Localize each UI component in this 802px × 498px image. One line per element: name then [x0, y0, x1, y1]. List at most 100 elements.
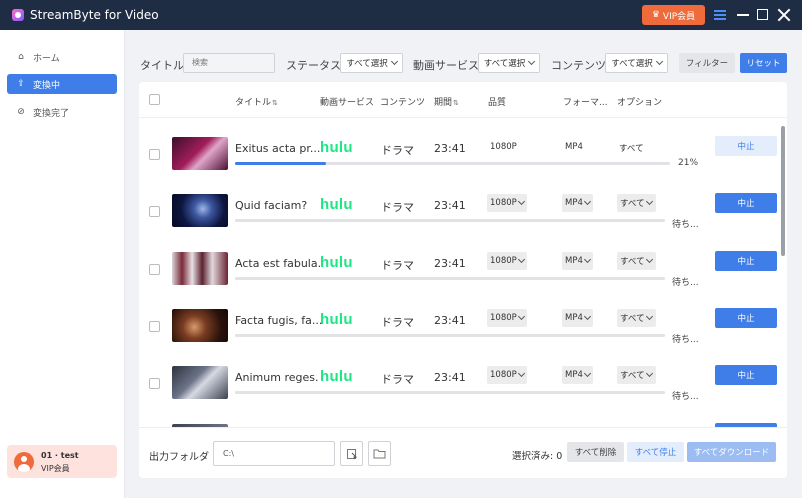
status-select-value: すべて選択	[346, 59, 388, 69]
row-checkbox[interactable]	[149, 320, 160, 332]
select-all-checkbox[interactable]	[149, 94, 160, 105]
format-value: MP4	[565, 142, 583, 152]
video-title: Exitus acta pr...	[235, 142, 321, 155]
content-select[interactable]: すべて選択	[605, 53, 668, 73]
service-select[interactable]: すべて選択	[478, 53, 540, 73]
format-select-value: MP4	[565, 198, 583, 209]
status-text: 21%	[678, 158, 699, 168]
row-checkbox[interactable]	[149, 206, 160, 218]
status-filter-label: ステータス	[286, 59, 341, 72]
option-select-value: すべて	[620, 256, 645, 267]
sidebar-item-home[interactable]: ⌂ ホーム	[7, 47, 117, 67]
stop-button[interactable]: 中止	[715, 307, 777, 328]
open-folder-button[interactable]	[340, 441, 363, 466]
stop-button[interactable]: 中止	[715, 136, 777, 156]
stop-all-button[interactable]: すべて停止	[627, 442, 684, 462]
scrollbar[interactable]	[781, 126, 785, 256]
user-plan: VIP会員	[41, 463, 70, 473]
quality-select-value: 1080P	[490, 198, 517, 209]
sidebar-item-completed[interactable]: ⊘ 変換完了	[7, 102, 117, 122]
progress-bar	[235, 162, 670, 165]
upload-icon: ⇪	[17, 79, 25, 89]
table-row: Facta fugis, fa... hulu ドラマ 23:41 1080P …	[139, 298, 787, 355]
quality-select-value: 1080P	[490, 255, 517, 266]
user-card[interactable]: 01 · test VIP会員	[7, 445, 117, 478]
content-type: ドラマ	[381, 144, 414, 157]
content-type: ドラマ	[381, 201, 414, 215]
option-select[interactable]: すべて	[617, 308, 656, 327]
row-checkbox[interactable]	[149, 263, 160, 275]
quality-value: 1080P	[490, 142, 517, 152]
status-text: 待ち...	[672, 277, 699, 288]
format-select[interactable]: MP4	[562, 366, 593, 385]
row-checkbox[interactable]	[149, 378, 160, 390]
close-icon[interactable]	[777, 8, 791, 22]
download-all-button[interactable]: すべてダウンロード	[687, 442, 776, 462]
table-row: Quid faciam? hulu ドラマ 23:41 1080P MP4 すべ…	[139, 183, 787, 240]
service-logo: hulu	[320, 368, 353, 386]
format-select[interactable]: MP4	[562, 194, 593, 213]
video-duration: 23:41	[434, 371, 466, 385]
maximize-icon[interactable]	[757, 9, 768, 20]
browse-folder-button[interactable]	[368, 441, 391, 466]
option-select[interactable]: すべて	[617, 251, 656, 270]
header-quality: 品質	[488, 98, 507, 108]
sidebar-item-converting[interactable]: ⇪ 変換中	[7, 74, 117, 94]
video-title: Animum reges.	[235, 371, 319, 385]
filter-button[interactable]: フィルター	[679, 53, 735, 73]
service-logo: hulu	[320, 310, 353, 328]
sort-icon: ⇅	[453, 99, 459, 107]
selected-count: 選択済み: 0	[512, 451, 563, 462]
table-header: タイトル⇅ 動画サービス コンテンツ 期間⇅ 品質 フォーマ... オプション	[139, 82, 787, 118]
stop-button[interactable]: 中止	[715, 365, 777, 386]
vip-button-label: VIP会員	[662, 11, 696, 22]
format-select[interactable]: MP4	[562, 251, 593, 270]
option-select[interactable]: すべて	[617, 194, 656, 213]
sidebar: ⌂ ホーム ⇪ 変換中 ⊘ 変換完了 01 · test VIP会員	[0, 30, 125, 498]
sidebar-item-label: 変換完了	[33, 108, 70, 119]
quality-select[interactable]: 1080P	[487, 308, 527, 327]
vip-button[interactable]: ♛ VIP会員	[642, 5, 705, 25]
quality-select[interactable]: 1080P	[487, 251, 527, 270]
search-input[interactable]: 検索	[183, 53, 275, 73]
video-thumbnail	[172, 366, 228, 400]
stop-button[interactable]: 中止	[715, 193, 777, 214]
option-value: すべて	[619, 144, 644, 154]
delete-all-button[interactable]: すべて削除	[567, 442, 624, 462]
option-select-value: すべて	[620, 313, 645, 324]
status-text: 待ち...	[672, 220, 699, 231]
progress-bar	[235, 219, 665, 223]
chevron-down-icon	[517, 370, 525, 378]
option-select-value: すべて	[620, 371, 645, 382]
quality-select[interactable]: 1080P	[487, 194, 527, 213]
progress-bar	[235, 391, 665, 395]
video-duration: 23:41	[434, 313, 466, 327]
check-circle-icon: ⊘	[17, 107, 25, 117]
app-logo-icon	[12, 9, 24, 21]
quality-select[interactable]: 1080P	[487, 366, 527, 385]
service-logo: hulu	[320, 139, 353, 156]
chevron-down-icon	[645, 198, 653, 206]
minimize-icon[interactable]	[737, 14, 749, 16]
stop-button[interactable]: 中止	[715, 250, 777, 271]
chevron-down-icon	[583, 198, 591, 206]
row-checkbox[interactable]	[149, 149, 160, 160]
reset-button[interactable]: リセット	[740, 53, 787, 73]
output-folder-label: 出力フォルダ	[149, 452, 209, 463]
progress-fill	[235, 162, 327, 165]
table-row: Exitus acta pr... hulu ドラマ 23:41 1080P M…	[139, 126, 787, 183]
header-duration[interactable]: 期間⇅	[434, 95, 459, 108]
chevron-down-icon	[645, 370, 653, 378]
format-select[interactable]: MP4	[562, 308, 593, 327]
status-select[interactable]: すべて選択	[340, 53, 403, 73]
service-logo: hulu	[320, 253, 353, 271]
chevron-down-icon	[645, 312, 653, 320]
option-select[interactable]: すべて	[617, 366, 656, 385]
output-folder-input[interactable]: C:\	[213, 441, 335, 466]
header-option: オプション	[617, 98, 663, 108]
title-filter-label: タイトル	[140, 59, 184, 72]
option-select-value: すべて	[620, 199, 645, 210]
header-title[interactable]: タイトル⇅	[235, 95, 278, 108]
content-filter-label: コンテンツ	[551, 59, 606, 72]
menu-icon[interactable]	[714, 10, 726, 20]
